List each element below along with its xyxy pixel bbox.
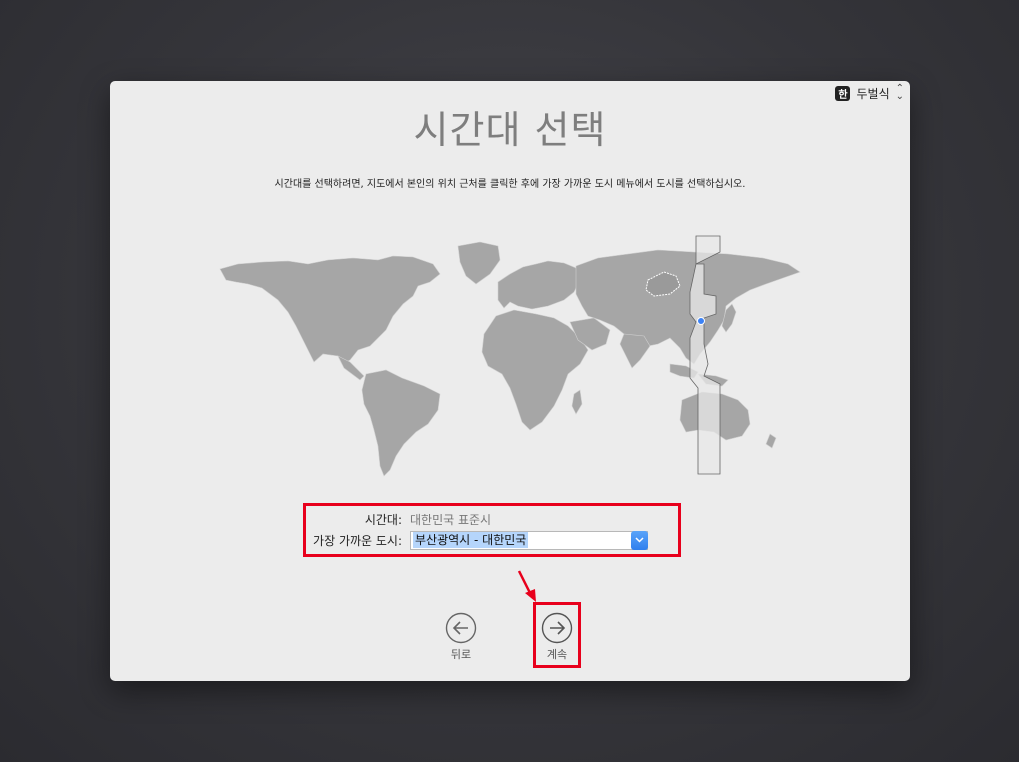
- world-map[interactable]: [218, 234, 803, 479]
- africa-landmass: [481, 309, 589, 431]
- back-arrow-icon: [445, 612, 477, 644]
- red-arrow-annotation: [517, 570, 536, 602]
- back-label: 뒤로: [450, 648, 472, 661]
- setup-window: 한 두벌식 ⌃ ⌄ 시간대 선택 시간대를 선택하려면, 지도에서 본인의 위치 …: [110, 81, 910, 681]
- continue-button[interactable]: 계속: [533, 602, 581, 668]
- north-america-landmass: [219, 255, 441, 365]
- timezone-form-highlight: 시간대: 대한민국 표준시 가장 가까운 도시: 부산광역시 - 대한민국: [303, 503, 681, 557]
- south-america-landmass: [361, 369, 441, 477]
- closest-city-input[interactable]: 부산광역시 - 대한민국: [413, 532, 529, 548]
- europe-landmass: [497, 260, 581, 310]
- forward-arrow-icon: [541, 612, 573, 644]
- timezone-label: 시간대:: [364, 512, 402, 527]
- india-landmass: [619, 333, 651, 369]
- back-button[interactable]: 뒤로: [436, 612, 486, 662]
- greenland-landmass: [457, 241, 501, 285]
- madagascar-landmass: [571, 389, 583, 415]
- asia-landmass: [575, 249, 801, 365]
- closest-city-combobox[interactable]: 부산광역시 - 대한민국: [410, 530, 648, 550]
- continue-label: 계속: [546, 648, 568, 661]
- timezone-value: 대한민국 표준시: [410, 512, 492, 527]
- chevron-down-icon[interactable]: [631, 530, 648, 550]
- location-marker: [697, 317, 705, 325]
- closest-city-label: 가장 가까운 도시:: [313, 533, 402, 548]
- central-america-landmass: [337, 355, 365, 381]
- new-zealand-landmass: [765, 433, 777, 449]
- page-title: 시간대 선택: [413, 108, 607, 152]
- instruction-text: 시간대를 선택하려면, 지도에서 본인의 위치 근처를 클릭한 후에 가장 가까…: [274, 179, 746, 190]
